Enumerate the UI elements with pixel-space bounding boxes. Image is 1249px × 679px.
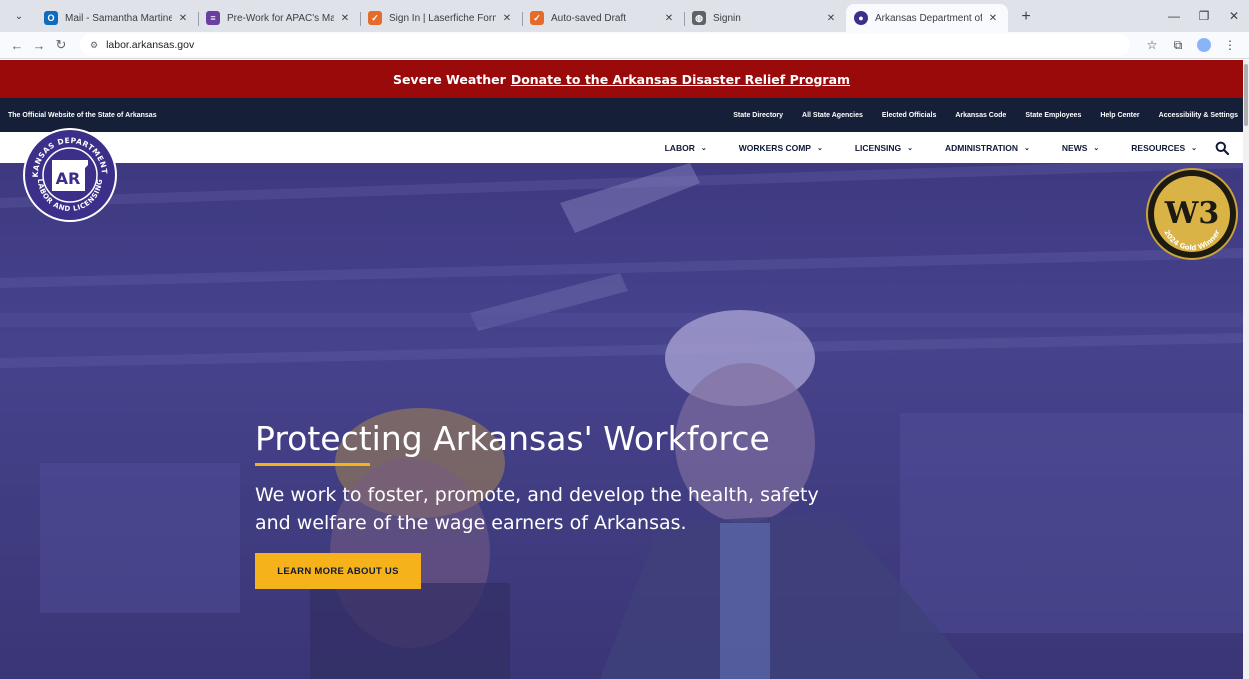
- url-text: labor.arkansas.gov: [106, 39, 195, 51]
- nav-labor[interactable]: LABOR ⌄: [665, 143, 707, 153]
- nav-label: NEWS: [1061, 142, 1088, 153]
- state-link[interactable]: State Employees: [1025, 112, 1081, 119]
- learn-more-button[interactable]: LEARN MORE ABOUT US: [255, 553, 421, 589]
- nav-resources[interactable]: RESOURCES ⌄: [1131, 143, 1197, 153]
- alert-banner: Severe Weather Donate to the Arkansas Di…: [0, 60, 1243, 98]
- department-logo[interactable]: ARKANSAS DEPARTMENT OF LABOR AND LICENSI…: [22, 127, 118, 223]
- award-badge: W3 2024 Gold Winner: [1146, 168, 1238, 260]
- donate-link[interactable]: Donate to the Arkansas Disaster Relief P…: [511, 72, 850, 87]
- close-window-icon[interactable]: ✕: [1219, 9, 1249, 23]
- state-link[interactable]: Elected Officials: [882, 112, 936, 119]
- nav-label: ADMINISTRATION: [945, 142, 1019, 153]
- nav-label: WORKERS COMP: [738, 142, 811, 153]
- browser-tab[interactable]: ✓ Sign In | Laserfiche Forms ✕: [360, 4, 522, 32]
- close-tab-icon[interactable]: ✕: [986, 13, 1000, 24]
- hero-divider: [255, 463, 370, 466]
- close-tab-icon[interactable]: ✕: [824, 13, 838, 24]
- main-nav: LABOR ⌄ WORKERS COMP ⌄ LICENSING ⌄ ADMINIST…: [0, 132, 1243, 163]
- chevron-down-icon: ⌄: [1191, 144, 1197, 152]
- browser-tab-active[interactable]: ● Arkansas Department of Labor ✕: [846, 4, 1008, 32]
- nav-news[interactable]: NEWS ⌄: [1062, 143, 1099, 153]
- browser-tab[interactable]: ◍ Signin ✕: [684, 4, 846, 32]
- state-link[interactable]: Accessibility & Settings: [1159, 112, 1238, 119]
- logo-mark: AR: [56, 169, 81, 188]
- minimize-icon[interactable]: —: [1159, 9, 1189, 23]
- hero-section: Protecting Arkansas' Workforce We work t…: [0, 163, 1243, 679]
- scrollbar-thumb[interactable]: [1244, 64, 1248, 126]
- browser-tabstrip: ⌄ O Mail - Samantha Martinez (ADL ✕ ≡ Pr…: [0, 0, 1249, 32]
- browser-tab[interactable]: ✓ Auto-saved Draft ✕: [522, 4, 684, 32]
- back-arrow-icon[interactable]: ←: [6, 38, 28, 53]
- alert-label: Severe Weather: [392, 71, 506, 87]
- browser-tab[interactable]: ≡ Pre-Work for APAC's Managing ✕: [198, 4, 360, 32]
- state-link[interactable]: Help Center: [1100, 112, 1139, 119]
- tab-title: Pre-Work for APAC's Managing: [227, 12, 334, 24]
- nav-workers-comp[interactable]: WORKERS COMP ⌄: [739, 143, 823, 153]
- nav-administration[interactable]: ADMINISTRATION ⌄: [945, 143, 1030, 153]
- state-link[interactable]: All State Agencies: [802, 112, 863, 119]
- new-tab-plus-icon[interactable]: +: [1014, 4, 1038, 30]
- site-settings-icon[interactable]: ⚙: [90, 40, 98, 51]
- hero-heading: Protecting Arkansas' Workforce: [255, 419, 770, 458]
- profile-avatar-icon[interactable]: [1197, 38, 1211, 52]
- state-link[interactable]: State Directory: [733, 112, 783, 119]
- window-controls: — ❐ ✕: [1159, 0, 1249, 32]
- tab-title: Sign In | Laserfiche Forms: [389, 12, 496, 24]
- chevron-down-icon: ⌄: [907, 144, 913, 152]
- close-tab-icon[interactable]: ✕: [662, 13, 676, 24]
- restore-icon[interactable]: ❐: [1189, 9, 1219, 23]
- tab-title: Signin: [713, 12, 741, 24]
- state-links: State Directory All State Agencies Elect…: [714, 112, 1243, 119]
- reload-icon[interactable]: ↻: [50, 37, 72, 53]
- forms-favicon-icon: ≡: [206, 11, 220, 25]
- chevron-down-icon: ⌄: [1093, 144, 1100, 152]
- state-utility-bar: The Official Website of the State of Ark…: [0, 98, 1243, 132]
- nav-label: LICENSING: [854, 142, 902, 153]
- url-input[interactable]: ⚙ labor.arkansas.gov: [80, 34, 1130, 56]
- nav-label: LABOR: [664, 142, 695, 153]
- bookmark-star-icon[interactable]: ☆: [1139, 38, 1165, 52]
- page-scrollbar[interactable]: [1243, 60, 1249, 679]
- laserfiche-favicon-icon: ✓: [530, 11, 544, 25]
- award-mark: W3: [1164, 196, 1220, 231]
- forward-arrow-icon[interactable]: →: [28, 38, 50, 53]
- close-tab-icon[interactable]: ✕: [338, 13, 352, 24]
- extensions-icon[interactable]: ⧉: [1165, 38, 1191, 53]
- browser-tab[interactable]: O Mail - Samantha Martinez (ADL ✕: [36, 4, 198, 32]
- ar-labor-favicon-icon: ●: [854, 11, 868, 25]
- hero-description: We work to foster, promote, and develop …: [255, 484, 819, 534]
- search-icon[interactable]: [1215, 141, 1229, 155]
- chevron-down-icon: ⌄: [700, 144, 707, 152]
- outlook-favicon-icon: O: [44, 11, 58, 25]
- address-bar: ← → ↻ ⚙ labor.arkansas.gov ☆ ⧉ ⋮: [0, 32, 1249, 59]
- chevron-down-icon: ⌄: [1024, 144, 1030, 152]
- nav-licensing[interactable]: LICENSING ⌄: [855, 143, 913, 153]
- tab-title: Arkansas Department of Labor: [875, 12, 982, 24]
- state-link[interactable]: Arkansas Code: [955, 112, 1006, 119]
- close-tab-icon[interactable]: ✕: [500, 13, 514, 24]
- close-tab-icon[interactable]: ✕: [176, 13, 190, 24]
- chevron-down-icon: ⌄: [816, 144, 823, 152]
- menu-kebab-icon[interactable]: ⋮: [1217, 38, 1243, 52]
- globe-favicon-icon: ◍: [692, 11, 706, 25]
- tab-title: Auto-saved Draft: [551, 12, 627, 24]
- official-website-text: The Official Website of the State of Ark…: [8, 111, 157, 119]
- nav-label: RESOURCES: [1131, 142, 1186, 153]
- laserfiche-favicon-icon: ✓: [368, 11, 382, 25]
- tab-search-chevron-icon[interactable]: ⌄: [6, 3, 32, 29]
- tab-title: Mail - Samantha Martinez (ADL: [65, 12, 172, 24]
